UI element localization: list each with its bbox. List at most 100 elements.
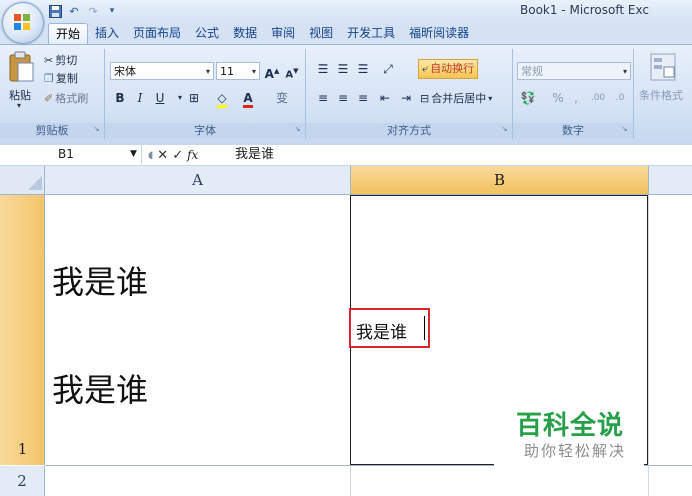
tab-review[interactable]: 审阅 — [264, 23, 302, 43]
quick-access-toolbar: ↶ ↷ ▾ — [48, 3, 119, 19]
grow-font-button[interactable]: A▲ — [262, 62, 282, 81]
decrease-decimal-icon[interactable]: .0 — [610, 89, 630, 107]
phonetic-label: 变 — [275, 91, 288, 105]
paste-button[interactable]: 粘贴 ▾ — [6, 51, 36, 113]
clipboard-group-label: 剪贴板 — [0, 123, 104, 139]
redo-icon[interactable]: ↷ — [86, 4, 100, 18]
underline-button[interactable]: U — [150, 89, 170, 107]
align-left-icon[interactable]: ≡ — [313, 89, 333, 107]
paste-dropdown-icon: ▾ — [17, 101, 22, 110]
chevron-down-icon: ▾ — [205, 67, 210, 76]
number-format-select[interactable]: 常规 ▾ — [517, 62, 631, 80]
align-middle-icon[interactable]: ☰ — [333, 60, 353, 78]
tab-view[interactable]: 视图 — [302, 23, 340, 43]
formula-bar: B1 ▼ ◖ ✕ ✓ fx 我是谁 — [0, 145, 692, 166]
clipboard-launcher-icon[interactable]: ↘ — [92, 125, 101, 134]
column-header-b[interactable]: B — [351, 166, 649, 194]
merge-cells-icon: ⊟ — [420, 92, 430, 105]
phonetic-button[interactable]: 变 — [272, 89, 292, 107]
chevron-down-icon: ▾ — [622, 67, 627, 76]
font-size-select[interactable]: 11 ▾ — [216, 62, 260, 80]
ribbon-tabs: 开始 插入 页面布局 公式 数据 审阅 视图 开发工具 福昕阅读器 — [48, 23, 476, 44]
currency-icon[interactable]: 💱 — [518, 89, 538, 107]
save-icon[interactable] — [48, 4, 62, 18]
cancel-entry-button[interactable]: ✕ — [157, 148, 168, 163]
fill-color-icon[interactable]: ◇ — [212, 89, 232, 108]
copy-button[interactable]: ❐ 复制 — [44, 69, 78, 89]
conditional-formatting-button[interactable]: 条件格式 — [639, 51, 692, 113]
shrink-font-button[interactable]: A▼ — [282, 62, 302, 80]
font-name-value: 宋体 — [114, 65, 136, 78]
chevron-down-icon: ▾ — [251, 67, 256, 76]
formula-buttons: ◖ ✕ ✓ fx — [148, 147, 198, 163]
cut-label: 剪切 — [55, 54, 78, 67]
font-name-select[interactable]: 宋体 ▾ — [110, 62, 214, 80]
cut-button[interactable]: ✂ 剪切 — [44, 51, 77, 71]
text-cursor — [424, 316, 425, 340]
conditional-formatting-icon — [650, 53, 676, 81]
copy-label: 复制 — [55, 72, 78, 85]
alignment-launcher-icon[interactable]: ↘ — [500, 125, 509, 134]
column-header-c[interactable] — [649, 166, 692, 194]
orientation-icon[interactable]: ⤢ — [378, 60, 398, 78]
number-group-label: 数字 — [513, 123, 633, 139]
row-header-2[interactable]: 2 — [0, 466, 45, 496]
group-divider — [633, 49, 634, 139]
chevron-down-icon[interactable]: ▼ — [130, 145, 137, 164]
tab-foxit-reader[interactable]: 福昕阅读器 — [402, 23, 476, 43]
insert-function-button[interactable]: fx — [187, 148, 198, 162]
tab-formulas[interactable]: 公式 — [188, 23, 226, 43]
formula-bar-expand-icon[interactable]: ◖ — [148, 150, 153, 161]
tab-insert[interactable]: 插入 — [88, 23, 126, 43]
tab-developer[interactable]: 开发工具 — [340, 23, 402, 43]
borders-icon[interactable]: ⊞ — [184, 89, 204, 107]
confirm-entry-button[interactable]: ✓ — [172, 148, 183, 163]
font-launcher-icon[interactable]: ↘ — [293, 125, 302, 134]
cell-a1-value: 我是谁 我是谁 — [52, 263, 149, 409]
merge-center-label: 合并后居中 — [431, 92, 487, 105]
office-button[interactable] — [2, 2, 44, 44]
watermark-title: 百科全说 — [516, 411, 625, 441]
decrease-indent-icon[interactable]: ⇤ — [375, 89, 395, 107]
wrap-text-icon: ⤶ — [422, 62, 429, 75]
formula-input[interactable]: 我是谁 — [235, 145, 274, 164]
format-painter-button[interactable]: ✐ 格式刷 — [44, 89, 88, 109]
format-painter-label: 格式刷 — [55, 92, 89, 105]
font-color-label: A — [243, 91, 253, 108]
merge-center-button[interactable]: ⊟ 合并后居中 ▾ — [420, 89, 492, 109]
office-logo-icon — [14, 14, 30, 30]
align-center-icon[interactable]: ≡ — [333, 89, 353, 107]
brush-icon: ✐ — [44, 92, 54, 105]
row-header-1-label: 1 — [17, 440, 28, 458]
cell-b1-value: 我是谁 — [356, 323, 407, 343]
align-right-icon[interactable]: ≡ — [353, 89, 373, 107]
tab-data[interactable]: 数据 — [226, 23, 264, 43]
column-header-a[interactable]: A — [45, 166, 351, 194]
tab-page-layout[interactable]: 页面布局 — [126, 23, 188, 43]
wrap-text-button[interactable]: ⤶ 自动换行 — [418, 59, 479, 79]
scissors-icon: ✂ — [44, 54, 54, 67]
font-color-button[interactable]: A — [238, 89, 258, 108]
customize-icon[interactable]: ▾ — [105, 4, 119, 18]
comma-button[interactable]: , — [566, 89, 586, 107]
column-divider — [648, 195, 649, 496]
row-header-1[interactable] — [0, 195, 45, 465]
align-bottom-icon[interactable]: ☰ — [353, 60, 373, 78]
name-box[interactable]: B1 — [0, 145, 142, 164]
paste-icon — [9, 51, 34, 82]
undo-icon[interactable]: ↶ — [67, 4, 81, 18]
bold-button[interactable]: B — [110, 89, 130, 107]
chevron-down-icon: ▾ — [488, 94, 493, 103]
increase-decimal-button[interactable]: .00 — [588, 89, 608, 107]
increase-indent-icon[interactable]: ⇥ — [396, 89, 416, 107]
font-group-label: 字体 — [105, 123, 305, 139]
wrap-text-label: 自动换行 — [430, 62, 475, 75]
align-top-icon[interactable]: ☰ — [313, 60, 333, 78]
watermark-subtitle: 助你轻松解决 — [524, 442, 627, 460]
tab-home[interactable]: 开始 — [48, 23, 89, 44]
number-launcher-icon[interactable]: ↘ — [620, 125, 629, 134]
italic-button[interactable]: I — [130, 89, 150, 107]
percent-button[interactable]: % — [548, 89, 568, 107]
select-all-triangle-icon — [28, 176, 42, 190]
number-format-value: 常规 — [521, 65, 543, 78]
